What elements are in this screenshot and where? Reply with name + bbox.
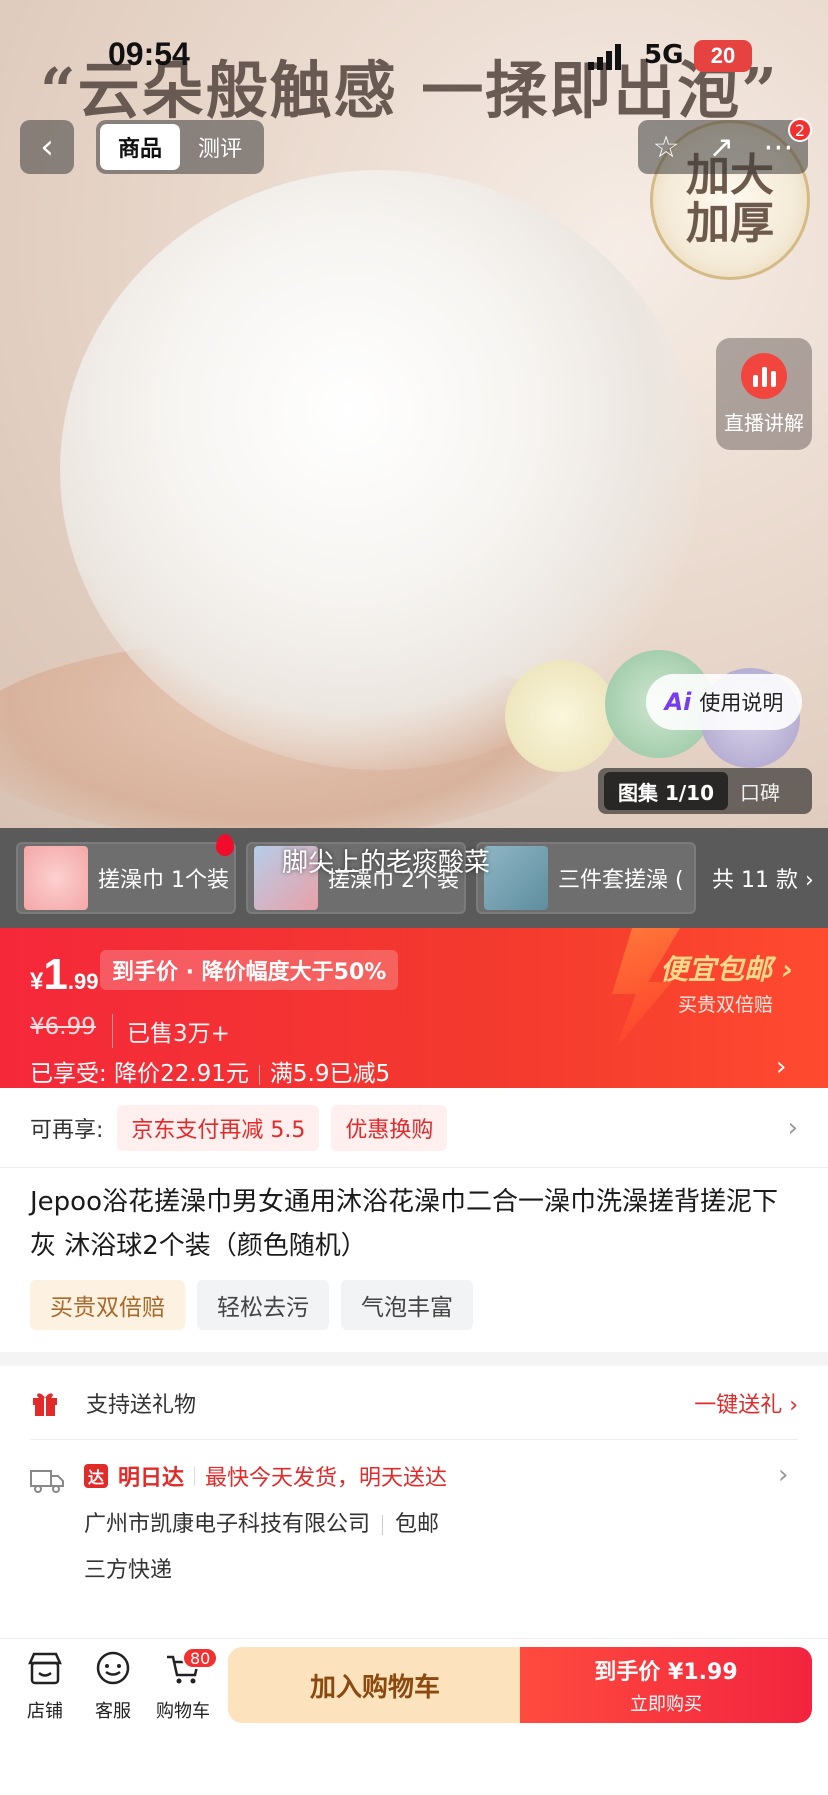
gallery-counter[interactable]: 图集 1/10 bbox=[604, 772, 729, 810]
shipping-fee: 包邮 bbox=[395, 1512, 440, 1537]
floating-username: 脚尖上的老痰酸菜 bbox=[282, 848, 491, 878]
buy-now-button[interactable]: 到手价 ¥1.99 立即购买 bbox=[520, 1647, 812, 1723]
variant-label: 三件套搓澡 ( bbox=[558, 868, 684, 893]
section-divider bbox=[0, 1352, 828, 1366]
usage-guide-label: 使用说明 bbox=[699, 691, 784, 715]
chevron-right-icon: › bbox=[776, 1052, 787, 1082]
price-tag: 到手价 · 降价幅度大于50% bbox=[100, 950, 399, 990]
buy-now-label: 立即购买 bbox=[630, 1694, 702, 1715]
badge-line-2: 加厚 bbox=[686, 198, 774, 249]
variant-item[interactable]: 三件套搓澡 ( bbox=[476, 842, 696, 914]
promo-chip[interactable]: 优惠换购 bbox=[331, 1104, 448, 1151]
back-button[interactable]: ‹ bbox=[20, 120, 74, 174]
cart-label: 购物车 bbox=[156, 1701, 210, 1722]
gallery-switcher: 图集 1/10 口碑 bbox=[598, 768, 812, 814]
extra-promotions[interactable]: 可再享: 京东支付再减 5.5 优惠换购 › bbox=[0, 1088, 828, 1168]
chevron-right-icon: › bbox=[787, 1112, 798, 1143]
feature-tag: 气泡丰富 bbox=[341, 1280, 473, 1330]
variant-item[interactable]: 搓澡巾 1个装 bbox=[16, 842, 236, 914]
lightning-icon bbox=[612, 928, 680, 1048]
feature-tag: 轻松去污 bbox=[197, 1280, 329, 1330]
yellow-pouf bbox=[505, 660, 617, 772]
favorite-star-icon[interactable]: ☆ bbox=[653, 130, 680, 165]
status-time: 09:54 bbox=[108, 36, 190, 72]
variant-count-label: 共 11 款 bbox=[712, 868, 798, 893]
chevron-left-icon: ‹ bbox=[40, 127, 54, 167]
enjoy-coupon: 满5.9已减5 bbox=[269, 1061, 391, 1087]
network-type: 5G bbox=[644, 40, 684, 70]
truck-icon bbox=[30, 1470, 64, 1493]
send-gift-link[interactable]: 一键送礼 › bbox=[694, 1387, 798, 1419]
tab-product[interactable]: 商品 bbox=[100, 124, 180, 170]
delivery-speed: 达 明日达 最快今天发货，明天送达 bbox=[84, 1460, 447, 1492]
customer-service-button[interactable]: 客服 bbox=[78, 1649, 148, 1723]
seller-name: 广州市凯康电子科技有限公司 bbox=[84, 1512, 371, 1537]
free-shipping-label: 便宜包邮 › bbox=[660, 953, 794, 986]
enjoy-label: 已享受: bbox=[30, 1061, 107, 1087]
chat-face-icon bbox=[96, 1651, 130, 1685]
share-icon[interactable]: ↗ bbox=[709, 130, 734, 165]
gift-row[interactable]: 支持送礼物 一键送礼 › bbox=[30, 1366, 798, 1440]
usage-guide-button[interactable]: Ai 使用说明 bbox=[646, 674, 802, 730]
buy-price-label: 到手价 ¥1.99 bbox=[594, 1660, 738, 1685]
speed-label: 明日达 bbox=[118, 1466, 185, 1491]
price-integer: 1 bbox=[43, 950, 68, 999]
store-label: 店铺 bbox=[27, 1701, 63, 1722]
tab-review[interactable]: 测评 bbox=[180, 124, 260, 170]
notification-badge: 2 bbox=[788, 118, 812, 142]
express-logo-icon: 达 bbox=[84, 1464, 108, 1488]
sold-count: 已售3万+ bbox=[112, 1014, 230, 1048]
ai-icon: Ai bbox=[664, 688, 692, 716]
store-button[interactable]: 店铺 bbox=[10, 1649, 80, 1723]
promo-chip[interactable]: 京东支付再减 5.5 bbox=[117, 1104, 320, 1151]
free-shipping-sub: 买贵双倍赔 bbox=[678, 994, 774, 1016]
live-explain-button[interactable]: 直播讲解 bbox=[716, 338, 812, 450]
feature-tag: 买贵双倍赔 bbox=[30, 1280, 185, 1330]
product-title: Jepoo浴花搓澡巾男女通用沐浴花澡巾二合一澡巾洗澡搓背搓泥下灰 沐浴球2个装（… bbox=[30, 1187, 778, 1261]
variant-thumbnail bbox=[484, 846, 548, 910]
reviews-tab[interactable]: 口碑 bbox=[728, 777, 792, 806]
service-label: 客服 bbox=[95, 1701, 131, 1722]
promo-label: 可再享: bbox=[30, 1117, 104, 1143]
product-detail-page: “云朵般触感 一揉即出泡” 加大 加厚 09:54 5G 20 ‹ 商品 测评 … bbox=[0, 0, 828, 1795]
bottom-action-bar: 店铺 客服 购物车 80 加入购物车 到手价 ¥1.99 立即购买 bbox=[0, 1638, 828, 1795]
delivery-note: 最快今天发货，明天送达 bbox=[205, 1466, 448, 1491]
price-decimal: .99 bbox=[67, 969, 99, 994]
nav-tabs: 商品 测评 bbox=[96, 120, 264, 174]
chevron-right-icon: › bbox=[778, 1460, 789, 1490]
price-banner[interactable]: ¥ 1 .99 到手价 · 降价幅度大于50% ¥6.99 已售3万+ 已享受:… bbox=[0, 928, 828, 1088]
nav-actions: ☆ ↗ ⋯ bbox=[638, 120, 808, 174]
user-pin-icon bbox=[216, 834, 234, 856]
current-price: ¥ 1 .99 bbox=[30, 950, 98, 1000]
live-explain-label: 直播讲解 bbox=[724, 410, 804, 435]
original-price: ¥6.99 bbox=[30, 1014, 96, 1040]
cart-count-badge: 80 bbox=[182, 1647, 219, 1669]
carrier-name: 三方快递 bbox=[84, 1558, 173, 1583]
feature-tags: 买贵双倍赔 轻松去污 气泡丰富 bbox=[30, 1280, 473, 1330]
signal-icon bbox=[588, 44, 621, 70]
seller-line: 广州市凯康电子科技有限公司 包邮 bbox=[84, 1506, 439, 1538]
gift-icon bbox=[33, 1392, 57, 1416]
add-to-cart-button[interactable]: 加入购物车 bbox=[228, 1647, 522, 1723]
enjoyed-discounts: 已享受: 降价22.91元 满5.9已减5 bbox=[30, 1054, 390, 1088]
variant-label: 搓澡巾 1个装 bbox=[98, 868, 229, 893]
variant-count[interactable]: 共 11 款 › bbox=[712, 862, 814, 894]
gift-label: 支持送礼物 bbox=[86, 1392, 197, 1418]
battery-icon: 20 bbox=[694, 40, 752, 72]
status-bar: 09:54 5G 20 bbox=[0, 0, 828, 110]
variant-thumbnail bbox=[24, 846, 88, 910]
live-icon bbox=[741, 352, 787, 399]
currency-symbol: ¥ bbox=[30, 968, 44, 995]
store-icon bbox=[28, 1652, 62, 1685]
enjoy-discount: 降价22.91元 bbox=[114, 1061, 249, 1087]
